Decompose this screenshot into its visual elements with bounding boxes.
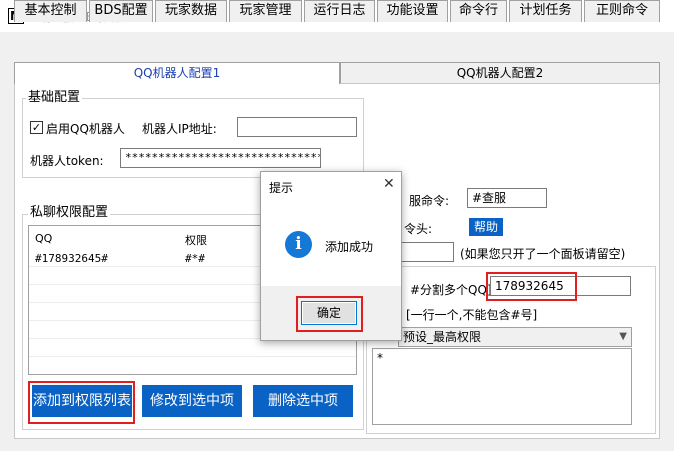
command-prefix-label: 令头:: [404, 222, 433, 236]
tab-player-manage[interactable]: 玩家管理: [229, 0, 302, 22]
tab-regex-commands[interactable]: 正则命令: [584, 0, 660, 22]
row-qq-cell[interactable]: #178932645#: [35, 252, 108, 265]
tab-scheduled-tasks[interactable]: 计划任务: [509, 0, 582, 22]
modify-selected-button[interactable]: 修改到选中项: [142, 385, 242, 417]
highlight-box: [28, 381, 135, 424]
line-hint-label: [一行一个,不能包含#号]: [406, 308, 538, 322]
tab-player-data[interactable]: 玩家数据: [155, 0, 227, 22]
server-command-label: 服命令:: [409, 194, 450, 208]
dialog-title: 提示: [269, 181, 294, 195]
enable-robot-label: 启用QQ机器人: [46, 122, 125, 136]
dialog-close-button[interactable]: ✕: [383, 176, 395, 192]
panel-name-input[interactable]: [400, 242, 454, 262]
highlight-box: [486, 272, 577, 301]
permission-preset-select[interactable]: 预设_最高权限 ▼: [398, 327, 632, 347]
robot-ip-input[interactable]: [237, 117, 357, 137]
row-divider: [29, 356, 356, 357]
qq-split-label: #分割多个QQ]: [410, 283, 492, 297]
column-permission[interactable]: 权限: [185, 232, 207, 248]
private-permission-title: 私聊权限配置: [28, 205, 111, 221]
server-command-input[interactable]: #查服: [467, 188, 547, 208]
tab-feature-settings[interactable]: 功能设置: [377, 0, 448, 22]
info-icon: i: [285, 231, 312, 258]
tab-command-line[interactable]: 命令行: [450, 0, 507, 22]
dialog-message: 添加成功: [325, 240, 374, 254]
permission-preset-value: 预设_最高权限: [403, 330, 482, 344]
robot-token-label: 机器人token:: [30, 154, 104, 168]
enable-robot-checkbox[interactable]: ✓: [30, 121, 43, 134]
prompt-dialog: 提示 ✕ i 添加成功 确定: [260, 171, 402, 341]
highlight-box: [296, 296, 363, 332]
tab-run-log[interactable]: 运行日志: [304, 0, 375, 22]
delete-selected-button[interactable]: 删除选中项: [253, 385, 353, 417]
chevron-down-icon: ▼: [619, 331, 627, 342]
robot-token-input[interactable]: ********************************: [120, 148, 321, 168]
tab-basic-control[interactable]: 基本控制: [14, 0, 87, 22]
basic-config-title: 基础配置: [26, 90, 83, 106]
robot-ip-label: 机器人IP地址:: [142, 122, 217, 136]
column-qq[interactable]: QQ: [35, 232, 52, 245]
subtab-qq-robot-config-1[interactable]: QQ机器人配置1: [14, 62, 340, 84]
dialog-body: i 添加成功: [261, 202, 401, 286]
tab-bds-config[interactable]: BDS配置: [89, 0, 153, 22]
panel-name-note: (如果您只开了一个面板请留空): [460, 247, 626, 261]
subtab-qq-robot-config-2[interactable]: QQ机器人配置2: [340, 62, 660, 84]
help-button[interactable]: 帮助: [469, 218, 503, 236]
permission-textarea[interactable]: *: [372, 348, 632, 425]
row-permission-cell[interactable]: #*#: [185, 252, 205, 265]
